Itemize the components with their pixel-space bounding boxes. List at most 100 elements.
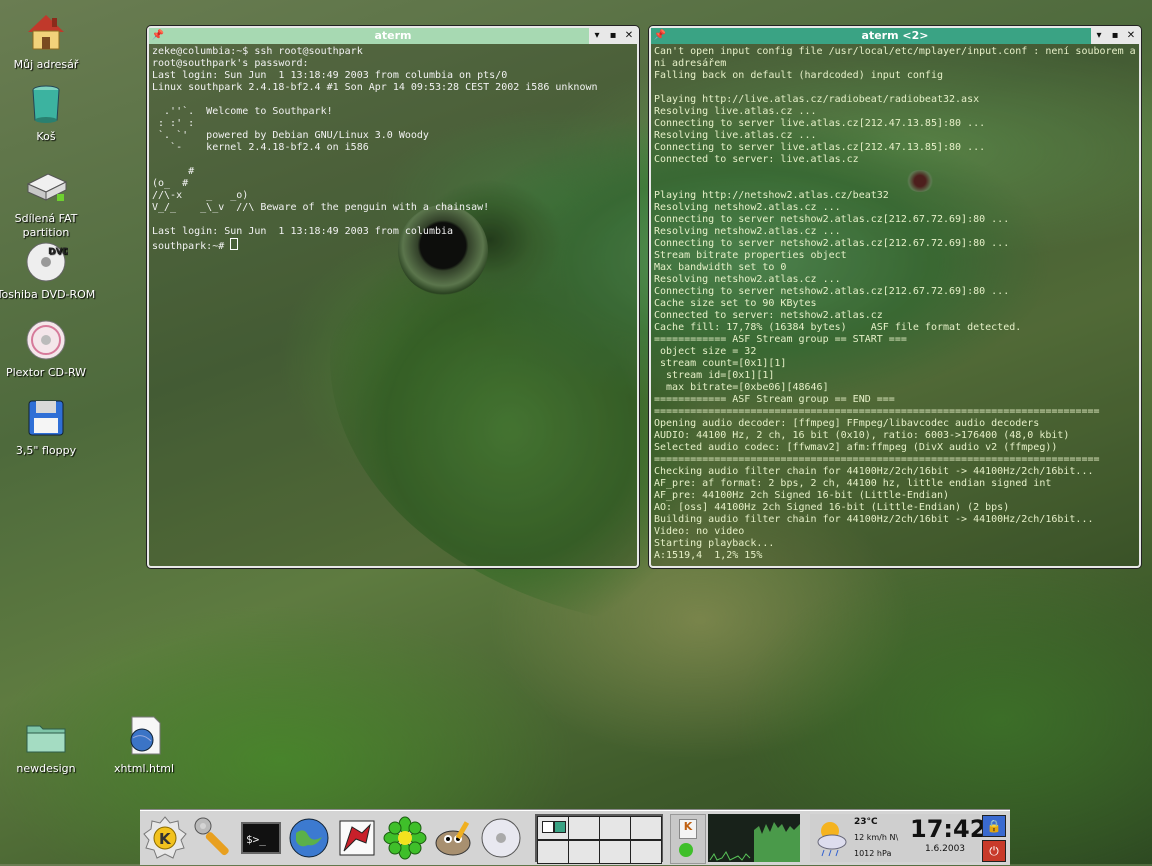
terminal-line: Max bandwidth set to 0	[654, 262, 787, 273]
pin-icon[interactable]: 📌	[653, 28, 667, 44]
svg-text:DVD: DVD	[48, 247, 68, 257]
terminal-line: stream id=[0x1][1]	[654, 370, 775, 381]
dragon-icon[interactable]	[334, 815, 380, 861]
terminal-line: `. `' powered by Debian GNU/Linux 3.0 Wo…	[152, 130, 429, 141]
terminal-line: Cache size set to 90 KBytes	[654, 298, 817, 309]
minimize-icon[interactable]: ▪	[1107, 28, 1123, 44]
terminal-line: object size = 32	[654, 346, 757, 357]
desktop-icon-home[interactable]: Můj adresář	[0, 10, 96, 72]
desktop-icon-trash[interactable]: Koš	[0, 82, 96, 144]
desktop-icon-floppy[interactable]: 3,5" floppy	[0, 396, 96, 458]
desktop-1[interactable]	[537, 816, 569, 840]
window-title: aterm	[374, 29, 412, 42]
desktop-icon-label: newdesign	[16, 762, 76, 775]
terminal-line: stream count=[0x1][1]	[654, 358, 787, 369]
terminal-line: Last login: Sun Jun 1 13:18:49 2003 from…	[152, 70, 508, 81]
terminal-line: Resolving live.atlas.cz ...	[654, 106, 817, 117]
terminal-line: Cache fill: 17,78% (16384 bytes) ASF fil…	[654, 322, 1022, 333]
terminal-line: Connecting to server live.atlas.cz[212.4…	[654, 118, 986, 129]
folder-icon	[24, 714, 68, 758]
terminal-line: ========================================…	[654, 406, 1100, 417]
drive-icon	[24, 164, 68, 208]
lock-icon[interactable]: 🔒	[982, 815, 1006, 837]
terminal-window-aterm[interactable]: 📌 aterm ▾ ▪ ✕ zeke@columbia:~$ ssh root@…	[147, 26, 639, 568]
terminal-line: (o_ #	[152, 178, 189, 189]
terminal-line: A:1519,4 1,2% 15%	[654, 550, 763, 561]
klipper-icon[interactable]: K	[679, 819, 697, 839]
desktop-7[interactable]	[599, 840, 631, 864]
html-file-icon	[122, 714, 166, 758]
logout-icon[interactable]: ⏻	[982, 840, 1006, 862]
terminal-line: zeke@columbia:~$ ssh root@southpark	[152, 46, 363, 57]
terminal-line: Connecting to server netshow2.atlas.cz[2…	[654, 214, 1010, 225]
desktop-8[interactable]	[630, 840, 662, 864]
tools-icon[interactable]	[190, 815, 236, 861]
cd-player-icon[interactable]	[478, 815, 524, 861]
terminal-line: #	[152, 166, 195, 177]
desktop-icon-label: 3,5" floppy	[15, 444, 77, 457]
terminal-line: Connecting to server live.atlas.cz[212.4…	[654, 142, 986, 153]
kde-panel: K $>_ K 23°C 12 km/h N\ 1012 hPa 17:42 1…	[140, 810, 1010, 865]
terminal-line: Building audio filter chain for 44100Hz/…	[654, 514, 1094, 525]
desktop-icon-xhtml[interactable]: xhtml.html	[94, 714, 194, 776]
desktop-icon-cdrw[interactable]: Plextor CD-RW	[0, 318, 96, 380]
k-menu-icon[interactable]: K	[142, 815, 188, 861]
gimp-icon[interactable]	[430, 815, 476, 861]
terminal-line: Falling back on default (hardcoded) inpu…	[654, 70, 943, 81]
virtual-desktop-pager[interactable]	[535, 814, 663, 864]
shade-icon[interactable]: ▾	[589, 28, 605, 44]
desktop-icon-fat-partition[interactable]: Sdílená FAT partition	[0, 164, 96, 240]
desktop-icon-dvd[interactable]: DVD Toshiba DVD-ROM	[0, 240, 96, 302]
terminal-line: max bitrate=[0xbe06][48646]	[654, 382, 829, 393]
desktop-2[interactable]	[568, 816, 600, 840]
desktop-icon-label: Můj adresář	[13, 58, 79, 71]
terminal-line: ni adresářem	[654, 58, 727, 69]
terminal-line: Starting playback...	[654, 538, 775, 549]
terminal-line: Linux southpark 2.4.18-bf2.4 #1 Son Apr …	[152, 82, 598, 93]
terminal-icon[interactable]: $>_	[238, 815, 284, 861]
weather-pressure: 1012 hPa	[854, 849, 892, 858]
window-titlebar[interactable]: 📌 aterm ▾ ▪ ✕	[149, 28, 637, 44]
terminal-line: southpark:~#	[152, 238, 634, 253]
desktop-6[interactable]	[568, 840, 600, 864]
terminal-output[interactable]: zeke@columbia:~$ ssh root@southpark root@…	[149, 44, 637, 255]
close-icon[interactable]: ✕	[621, 28, 637, 44]
terminal-line: ============ ASF Stream group == END ===	[654, 394, 895, 405]
clock-applet[interactable]: 17:42 1.6.2003	[910, 814, 986, 862]
terminal-line: AO: [oss] 44100Hz 2ch Signed 16-bit (Lit…	[654, 502, 1010, 513]
terminal-line: Connecting to server netshow2.atlas.cz[2…	[654, 238, 1010, 249]
terminal-line: .''`. Welcome to Southpark!	[152, 106, 333, 117]
svg-text:$>_: $>_	[246, 833, 266, 846]
terminal-window-aterm-2[interactable]: 📌 aterm <2> ▾ ▪ ✕ Can't open input confi…	[649, 26, 1141, 568]
desktop-5[interactable]	[537, 840, 569, 864]
terminal-line: AF_pre: af format: 2 bps, 2 ch, 44100 hz…	[654, 478, 1052, 489]
terminal-line: Checking audio filter chain for 44100Hz/…	[654, 466, 1094, 477]
browser-icon[interactable]	[286, 815, 332, 861]
shade-icon[interactable]: ▾	[1091, 28, 1107, 44]
terminal-line: Connected to server: live.atlas.cz	[654, 154, 859, 165]
weather-temperature: 23°C	[854, 817, 878, 827]
svg-text:K: K	[159, 830, 172, 848]
close-icon[interactable]: ✕	[1123, 28, 1139, 44]
terminal-output[interactable]: Can't open input config file /usr/local/…	[651, 44, 1139, 564]
terminal-line: `- kernel 2.4.18-bf2.4 on i586	[152, 142, 369, 153]
desktop-icon-newdesign[interactable]: newdesign	[0, 714, 96, 776]
session-buttons: 🔒 ⏻	[982, 815, 1008, 862]
window-titlebar[interactable]: 📌 aterm <2> ▾ ▪ ✕	[651, 28, 1139, 44]
terminal-line: Playing http://netshow2.atlas.cz/beat32	[654, 190, 889, 201]
icq-status-icon[interactable]	[679, 843, 693, 857]
terminal-line: Resolving netshow2.atlas.cz ...	[654, 202, 841, 213]
trash-icon	[24, 82, 68, 126]
minimize-icon[interactable]: ▪	[605, 28, 621, 44]
desktop-4[interactable]	[630, 816, 662, 840]
terminal-cursor	[230, 238, 239, 250]
icq-icon[interactable]	[382, 815, 428, 861]
pin-icon[interactable]: 📌	[151, 28, 165, 44]
desktop-3[interactable]	[599, 816, 631, 840]
weather-applet[interactable]: 23°C 12 km/h N\ 1012 hPa	[810, 814, 910, 862]
terminal-line: ============ ASF Stream group == START =…	[654, 334, 907, 345]
terminal-line: root@southpark's password:	[152, 58, 309, 69]
desktop-icon-label: Plextor CD-RW	[5, 366, 87, 379]
